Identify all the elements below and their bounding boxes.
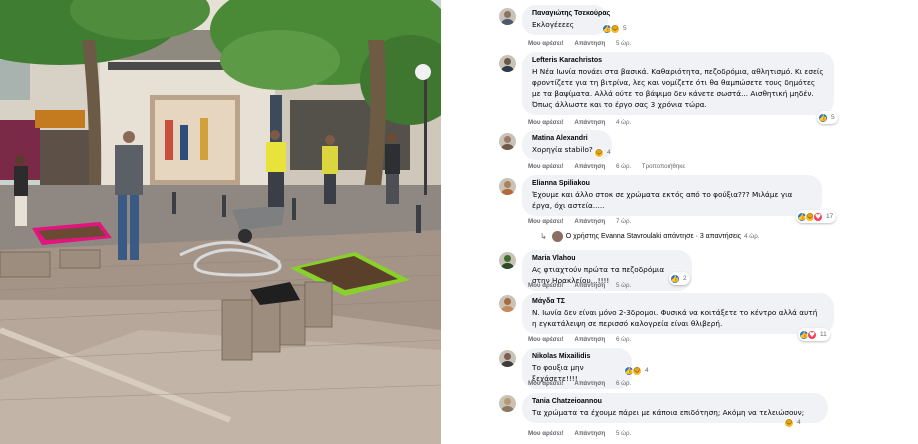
reply-link[interactable]: Απάντηση	[574, 218, 605, 225]
like-link[interactable]: Μου αρέσει!	[528, 119, 564, 126]
comment-actions: Μου αρέσει! Απάντηση 4 ώρ.	[528, 119, 640, 126]
love-icon: ♥	[813, 211, 823, 222]
comment-text: Εκλογέεεες	[532, 20, 575, 29]
comment-actions: Μου αρέσει! Απάντηση 5 ώρ.	[528, 40, 640, 47]
reaction-count: 11	[820, 331, 827, 338]
avatar[interactable]	[499, 350, 516, 367]
love-icon: ♥	[807, 329, 817, 340]
comment-author[interactable]: Tania Chatzeioannou	[532, 397, 818, 407]
reply-link[interactable]: Απάντηση	[574, 163, 605, 170]
like-icon: 👍	[670, 273, 680, 284]
reactions[interactable]: 👍 ☺ 5	[602, 22, 627, 35]
comment-time[interactable]: 5 ώρ.	[616, 40, 631, 47]
like-link[interactable]: Μου αρέσει!	[528, 218, 564, 225]
comment-author[interactable]: Matina Alexandri	[532, 134, 602, 144]
reaction-count: 5	[623, 25, 627, 32]
comment-time[interactable]: 6 ώρ.	[616, 163, 631, 170]
reaction-count: 5	[831, 114, 835, 121]
reaction-count: 4	[645, 367, 649, 374]
comment-time[interactable]: 6 ώρ.	[616, 380, 631, 387]
avatar[interactable]	[499, 178, 516, 195]
comment-text: Χορηγία stabilo?	[532, 145, 593, 154]
view-replies-link[interactable]: ↳ Ο χρήστης Evanna Stavroulaki απάντησε …	[540, 231, 760, 242]
comment-actions: Μου αρέσει! Απάντηση 6 ώρ.	[528, 380, 640, 387]
like-link[interactable]: Μου αρέσει!	[528, 336, 564, 343]
like-link[interactable]: Μου αρέσει!	[528, 282, 564, 289]
haha-icon: ☺	[784, 417, 794, 428]
comments-pane: Παναγιώτης Τσεκούρας Εκλογέεεες 👍 ☺ 5 Μο…	[444, 0, 918, 444]
avatar[interactable]	[499, 8, 516, 25]
comment-author[interactable]: Παναγιώτης Τσεκούρας	[532, 9, 610, 19]
reply-link[interactable]: Απάντηση	[574, 40, 605, 47]
reactions[interactable]: 👍 5	[817, 111, 838, 124]
comment-time[interactable]: 5 ώρ.	[616, 282, 631, 289]
comment-actions: Μου αρέσει! Απάντηση 5 ώρ.	[528, 282, 640, 289]
comment-bubble: Παναγιώτης Τσεκούρας Εκλογέεεες	[522, 5, 610, 35]
like-icon: 👍	[818, 112, 828, 123]
reply-link[interactable]: Απάντηση	[574, 336, 605, 343]
reply-link[interactable]: Απάντηση	[574, 282, 605, 289]
reply-arrow-icon: ↳	[540, 232, 547, 241]
comment-actions: Μου αρέσει! Απάντηση 6 ώρ.	[528, 336, 640, 343]
avatar[interactable]	[499, 252, 516, 269]
reactions[interactable]: ☺ 4	[594, 146, 611, 159]
comment-time[interactable]: 5 ώρ.	[616, 430, 631, 437]
reactions[interactable]: 👍 2	[669, 272, 690, 285]
comment-author[interactable]: Elianna Spiliakou	[532, 179, 812, 189]
comment-bubble: Μάγδα ΤΣ Ν. Ιωνία δεν είναι μόνο 2-3δρομ…	[522, 293, 834, 334]
reply-link[interactable]: Απάντηση	[574, 380, 605, 387]
reactions[interactable]: 👍 ♥ 11	[798, 328, 830, 341]
comment-time[interactable]: 7 ώρ.	[616, 218, 631, 225]
comment-actions: Μου αρέσει! Απάντηση 5 ώρ.	[528, 430, 640, 437]
avatar[interactable]	[499, 295, 516, 312]
edited-label: Τροποποιήθηκε	[641, 163, 686, 170]
avatar[interactable]	[499, 133, 516, 150]
reactions[interactable]: ☺ 4	[784, 416, 801, 429]
comment-text: Τα χρώματα τα έχουμε πάρει με κάποια επι…	[532, 408, 805, 417]
comment-bubble: Lefteris Karachristos Η Νέα Ιωνία πονάει…	[522, 52, 834, 115]
reaction-count: 17	[826, 213, 834, 220]
comment-bubble: Tania Chatzeioannou Τα χρώματα τα έχουμε…	[522, 393, 828, 423]
reaction-count: 2	[683, 275, 687, 282]
avatar[interactable]	[499, 55, 516, 72]
replies-time: 4 ώρ.	[744, 233, 760, 240]
like-link[interactable]: Μου αρέσει!	[528, 380, 564, 387]
comment-actions: Μου αρέσει! Απάντηση 7 ώρ.	[528, 218, 640, 225]
comment-author[interactable]: Μάγδα ΤΣ	[532, 297, 824, 307]
reply-link[interactable]: Απάντηση	[574, 119, 605, 126]
street-photo	[0, 0, 441, 444]
reaction-count: 4	[607, 149, 611, 156]
avatar	[551, 231, 563, 242]
comment-text: Η Νέα Ιωνία πονάει στα βασικά. Καθαριότη…	[532, 67, 824, 109]
comment-bubble: Elianna Spiliakou Έχουμε και άλλο στοκ σ…	[522, 175, 822, 216]
haha-icon: ☺	[610, 23, 620, 34]
comment-author[interactable]: Nikolas Mixailidis	[532, 352, 622, 362]
reply-link[interactable]: Απάντηση	[574, 430, 605, 437]
reaction-count: 4	[797, 419, 801, 426]
comment-time[interactable]: 6 ώρ.	[616, 336, 631, 343]
comment-author[interactable]: Lefteris Karachristos	[532, 56, 824, 66]
comment-time[interactable]: 4 ώρ.	[616, 119, 631, 126]
like-link[interactable]: Μου αρέσει!	[528, 163, 564, 170]
replies-summary[interactable]: Ο χρήστης Evanna Stavroulaki απάντησε · …	[566, 233, 741, 240]
comment-text: Έχουμε και άλλο στοκ σε χρώματα εκτός απ…	[532, 190, 793, 210]
avatar[interactable]	[499, 395, 516, 412]
reactions[interactable]: 👍 ☺ ♥ 17	[796, 210, 837, 223]
reactions[interactable]: 👍 ☺ 4	[624, 364, 649, 377]
like-link[interactable]: Μου αρέσει!	[528, 40, 564, 47]
haha-icon: ☺	[594, 147, 604, 158]
haha-icon: ☺	[632, 365, 642, 376]
comment-author[interactable]: Maria Vlahou	[532, 254, 682, 264]
comment-text: Ν. Ιωνία δεν είναι μόνο 2-3δρομοι. Φυσικ…	[532, 308, 818, 328]
comment-actions: Μου αρέσει! Απάντηση 6 ώρ. Τροποποιήθηκε	[528, 163, 694, 170]
like-link[interactable]: Μου αρέσει!	[528, 430, 564, 437]
